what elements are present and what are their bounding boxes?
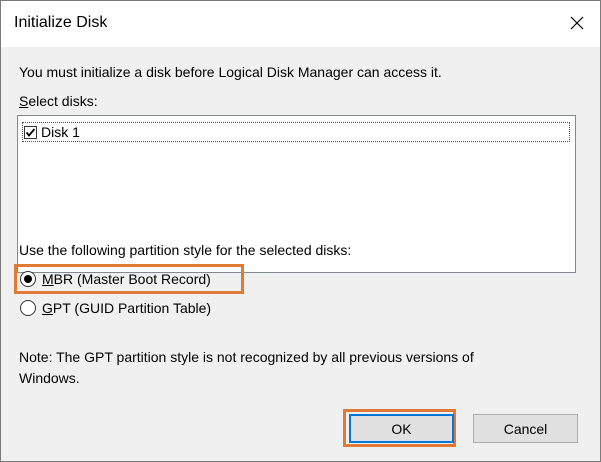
dialog-content: You must initialize a disk before Logica… — [1, 47, 600, 461]
note-text-line-1: Note: The GPT partition style is not rec… — [19, 349, 474, 365]
gpt-mnemonic: G — [42, 300, 53, 316]
gpt-label-rest: PT (GUID Partition Table) — [52, 300, 212, 316]
ok-button[interactable]: OK — [349, 414, 454, 443]
window-title: Initialize Disk — [14, 14, 108, 31]
select-disks-label-rest: elect disks: — [28, 93, 98, 109]
list-item-disk-1[interactable]: Disk 1 — [22, 122, 570, 142]
mbr-highlight-box — [14, 264, 244, 294]
close-icon — [570, 16, 584, 33]
cancel-button-label: Cancel — [503, 420, 548, 437]
close-button[interactable] — [554, 1, 600, 47]
disk-1-checkbox[interactable] — [24, 125, 37, 139]
partition-style-label: Use the following partition style for th… — [19, 242, 352, 258]
cancel-button[interactable]: Cancel — [473, 414, 578, 443]
title-bar: Initialize Disk — [1, 1, 600, 47]
instruction-text: You must initialize a disk before Logica… — [19, 64, 442, 80]
note-text-line-2: Windows. — [19, 370, 80, 386]
ok-button-label: OK — [391, 420, 412, 437]
checkmark-icon — [25, 127, 36, 137]
select-disks-mnemonic: S — [19, 93, 29, 109]
gpt-option[interactable]: GPT (GUID Partition Table) — [20, 300, 211, 316]
select-disks-label: Select disks: — [19, 93, 98, 109]
disk-1-label: Disk 1 — [41, 124, 80, 140]
gpt-label: GPT (GUID Partition Table) — [42, 300, 211, 316]
gpt-radio[interactable] — [20, 300, 36, 316]
initialize-disk-dialog: Initialize Disk You must initialize a di… — [0, 0, 601, 462]
